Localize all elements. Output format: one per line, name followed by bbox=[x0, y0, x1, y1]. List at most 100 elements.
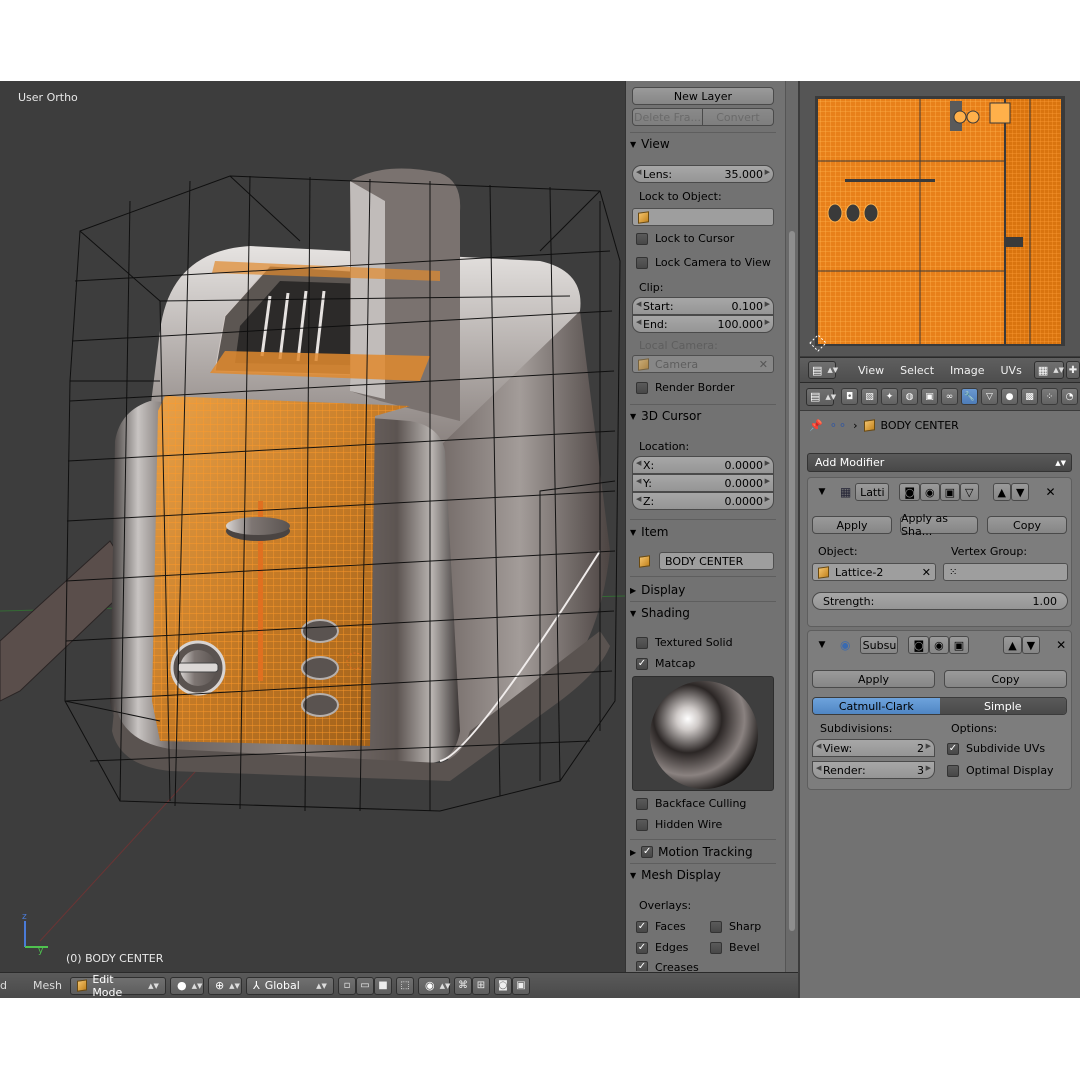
strength-slider[interactable]: Strength: 1.00 bbox=[812, 592, 1068, 610]
bevel-checkbox[interactable]: Bevel bbox=[710, 941, 760, 954]
orientation-dropdown[interactable]: ⅄ Global ▲▼ bbox=[245, 976, 334, 995]
constraints-tab-icon[interactable]: ∞ bbox=[941, 388, 958, 405]
editor-type-dropdown[interactable]: ▤ ▲▼ bbox=[808, 361, 838, 379]
cage-toggle-icon[interactable]: ▽ bbox=[960, 483, 979, 501]
copy-button[interactable]: Copy bbox=[987, 516, 1067, 534]
view-menu[interactable]: d bbox=[0, 979, 11, 992]
collapse-triangle-icon[interactable]: ▼ bbox=[814, 487, 830, 497]
mesh-menu[interactable]: Mesh bbox=[29, 979, 66, 992]
edge-select-icon[interactable]: ▭ bbox=[355, 976, 374, 995]
uvs-menu[interactable]: UVs bbox=[997, 364, 1026, 377]
render-toggle-icon[interactable]: ◙ bbox=[899, 483, 921, 501]
close-icon[interactable]: ✕ bbox=[1056, 638, 1066, 652]
vertex-group-field[interactable]: ⁙ bbox=[943, 563, 1068, 581]
vertex-select-icon[interactable]: ▫ bbox=[337, 976, 356, 995]
catmull-clark-option[interactable]: Catmull-Clark bbox=[813, 698, 940, 714]
modifiers-tab-icon[interactable]: 🔧 bbox=[961, 388, 978, 405]
clip-start-field[interactable]: ◀ Start: 0.100 ▶ bbox=[632, 297, 774, 315]
move-up-icon[interactable]: ▲ bbox=[1003, 636, 1022, 654]
material-tab-icon[interactable]: ● bbox=[1001, 388, 1018, 405]
viewport-toggle-icon[interactable]: ◉ bbox=[929, 636, 949, 654]
apply-button[interactable]: Apply bbox=[812, 516, 892, 534]
motion-tracking-section-header[interactable]: ▶ ✓ Motion Tracking bbox=[630, 845, 753, 859]
item-section-header[interactable]: ▼ Item bbox=[630, 525, 668, 539]
world-tab-icon[interactable]: ◍ bbox=[901, 388, 918, 405]
render-tab-icon[interactable]: ◘ bbox=[841, 388, 858, 405]
3d-viewport[interactable]: z y User Ortho (0) BODY CENTER bbox=[0, 81, 625, 972]
clear-icon[interactable]: ✕ bbox=[922, 566, 931, 579]
editor-type-dropdown[interactable]: ▤ ▲▼ bbox=[806, 387, 836, 406]
delete-frame-button[interactable]: Delete Fra... bbox=[632, 108, 703, 126]
render-anim-icon[interactable]: ▣ bbox=[511, 976, 530, 995]
apply-button[interactable]: Apply bbox=[812, 670, 935, 688]
data-tab-icon[interactable]: ▽ bbox=[981, 388, 998, 405]
convert-button[interactable]: Convert bbox=[702, 108, 774, 126]
viewport-toggle-icon[interactable]: ◉ bbox=[920, 483, 940, 501]
proportional-dropdown[interactable]: ◉ ▲▼ bbox=[417, 976, 450, 995]
cursor-z-field[interactable]: ◀ Z: 0.0000 ▶ bbox=[632, 492, 774, 510]
clear-icon[interactable]: ✕ bbox=[759, 358, 768, 371]
hidden-wire-checkbox[interactable]: Hidden Wire bbox=[636, 818, 722, 831]
matcap-checkbox[interactable]: ✓ Matcap bbox=[636, 657, 695, 670]
render-toggle-icon[interactable]: ◙ bbox=[908, 636, 930, 654]
backface-culling-checkbox[interactable]: Backface Culling bbox=[636, 797, 746, 810]
select-menu[interactable]: Select bbox=[896, 364, 938, 377]
uv-editor[interactable] bbox=[800, 81, 1080, 356]
matcap-preview[interactable] bbox=[632, 676, 774, 791]
collapse-triangle-icon[interactable]: ▼ bbox=[814, 640, 830, 650]
scroll-thumb[interactable] bbox=[789, 231, 795, 931]
faces-checkbox[interactable]: ✓ Faces bbox=[636, 920, 686, 933]
render-layers-tab-icon[interactable]: ▧ bbox=[861, 388, 878, 405]
textured-solid-checkbox[interactable]: Textured Solid bbox=[636, 636, 733, 649]
modifier-name-field[interactable]: Subsu bbox=[860, 636, 899, 654]
particles-tab-icon[interactable]: ⁘ bbox=[1041, 388, 1058, 405]
mesh-display-section-header[interactable]: ▼ Mesh Display bbox=[630, 868, 721, 882]
pivot-dropdown[interactable]: ⊕ ▲▼ bbox=[207, 976, 242, 995]
face-select-icon[interactable]: ■ bbox=[373, 976, 392, 995]
display-section-header[interactable]: ▶ Display bbox=[630, 583, 685, 597]
shelf-scrollbar[interactable] bbox=[785, 81, 798, 972]
image-browse-dropdown[interactable]: ▦ ▲▼ bbox=[1033, 361, 1064, 379]
object-tab-icon[interactable]: ▣ bbox=[921, 388, 938, 405]
view-menu[interactable]: View bbox=[854, 364, 888, 377]
apply-as-shape-button[interactable]: Apply as Sha... bbox=[900, 512, 978, 538]
new-layer-button[interactable]: New Layer bbox=[632, 87, 774, 105]
view-section-header[interactable]: ▼ View bbox=[630, 137, 670, 151]
sharp-checkbox[interactable]: Sharp bbox=[710, 920, 761, 933]
pin-icon[interactable]: 📌 bbox=[809, 419, 823, 432]
render-levels-field[interactable]: ◀ Render: 3 ▶ bbox=[812, 761, 935, 779]
scene-tab-icon[interactable]: ✦ bbox=[881, 388, 898, 405]
snap-icon[interactable]: ⌘ bbox=[453, 976, 472, 995]
shading-section-header[interactable]: ▼ Shading bbox=[630, 606, 690, 620]
move-down-icon[interactable]: ▼ bbox=[1010, 483, 1030, 501]
cursor-y-field[interactable]: ◀ Y: 0.0000 ▶ bbox=[632, 474, 774, 492]
cursor-x-field[interactable]: ◀ X: 0.0000 ▶ bbox=[632, 456, 774, 474]
occlude-icon[interactable]: ⬚ bbox=[395, 976, 414, 995]
render-icon[interactable]: ◙ bbox=[493, 976, 512, 995]
lens-field[interactable]: ◀ Lens: 35.000 ▶ bbox=[632, 165, 774, 183]
physics-tab-icon[interactable]: ◔ bbox=[1061, 388, 1078, 405]
modifier-name-field[interactable]: Latti bbox=[855, 483, 890, 501]
copy-button[interactable]: Copy bbox=[944, 670, 1067, 688]
lock-camera-checkbox[interactable]: Lock Camera to View bbox=[636, 256, 771, 269]
render-border-checkbox[interactable]: Render Border bbox=[636, 381, 735, 394]
clip-end-field[interactable]: ◀ End: 100.000 ▶ bbox=[632, 315, 774, 333]
move-down-icon[interactable]: ▼ bbox=[1021, 636, 1041, 654]
checkmark-icon[interactable]: ✓ bbox=[641, 846, 654, 858]
optimal-display-checkbox[interactable]: Optimal Display bbox=[947, 764, 1054, 777]
creases-checkbox[interactable]: ✓ Creases bbox=[636, 961, 699, 971]
lock-object-field[interactable] bbox=[632, 208, 774, 226]
editmode-toggle-icon[interactable]: ▣ bbox=[948, 636, 970, 654]
edges-checkbox[interactable]: ✓ Edges bbox=[636, 941, 688, 954]
shading-dropdown[interactable]: ● ▲▼ bbox=[169, 976, 204, 995]
mode-dropdown[interactable]: Edit Mode ▲▼ bbox=[69, 973, 166, 999]
simple-option[interactable]: Simple bbox=[939, 698, 1066, 714]
cursor-section-header[interactable]: ▼ 3D Cursor bbox=[630, 409, 701, 423]
editmode-toggle-icon[interactable]: ▣ bbox=[939, 483, 961, 501]
subdivide-uvs-checkbox[interactable]: ✓ Subdivide UVs bbox=[947, 742, 1045, 755]
close-icon[interactable]: ✕ bbox=[1045, 485, 1055, 499]
add-modifier-dropdown[interactable]: Add Modifier ▲▼ bbox=[807, 453, 1072, 472]
view-levels-field[interactable]: ◀ View: 2 ▶ bbox=[812, 739, 935, 757]
lattice-object-field[interactable]: Lattice-2 ✕ bbox=[812, 563, 936, 581]
move-up-icon[interactable]: ▲ bbox=[992, 483, 1011, 501]
